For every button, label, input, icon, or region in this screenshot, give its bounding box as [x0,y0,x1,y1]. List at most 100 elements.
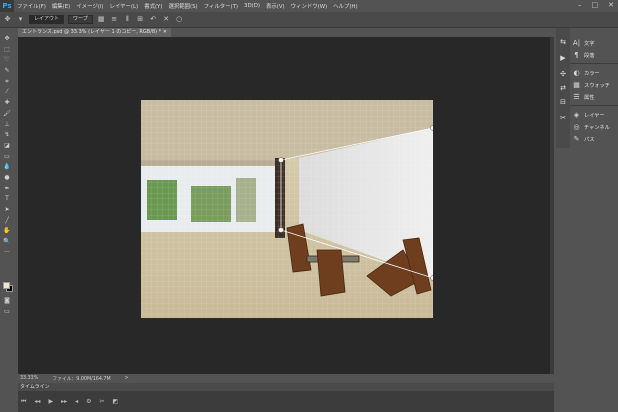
panel-color-label: カラー [584,70,600,77]
panel-divider [570,63,618,64]
zoom-level[interactable]: 33.33% [20,376,38,381]
marquee-tool-icon[interactable]: ⬚ [1,45,13,56]
cancel-transform-icon[interactable]: ✕ [162,15,171,24]
info-icon[interactable]: ⊟ [558,98,568,108]
menu-3d[interactable]: 3D(D) [241,3,263,9]
go-to-first-frame-icon[interactable]: ⏮ [21,398,26,406]
next-frame-icon[interactable]: ▸▸ [61,398,67,405]
layout-mode-button[interactable]: レイアウト [29,15,65,24]
menu-filter[interactable]: フィルター(T) [201,2,241,10]
panel-paths-label: パス [584,136,595,143]
vertical-straighten-icon[interactable]: ⦀ [123,15,132,24]
play-icon[interactable]: ▶ [48,398,53,405]
healing-brush-tool-icon[interactable]: ✚ [1,98,13,109]
panel-swatches-label: スウォッチ [584,82,610,89]
menu-view[interactable]: 表示(V) [263,2,288,10]
audio-icon[interactable]: ◂ [75,398,78,405]
character-icon: A| [572,39,581,47]
panel-paths[interactable]: ✎ パス [572,133,595,145]
photoshop-logo: Ps [0,0,14,12]
panel-color[interactable]: ◐ カラー [572,67,600,79]
timeline-title: タイムライン [20,384,50,390]
close-window-button[interactable]: ✕ [608,1,614,9]
split-icon[interactable]: ✂ [100,398,105,405]
crop-tool-icon[interactable]: ⌗ [1,77,13,88]
menu-layer[interactable]: レイヤー(L) [107,2,142,10]
menu-bar: Ps ファイル(F) 編集(E) イメージ(I) レイヤー(L) 書式(Y) 選… [0,0,618,12]
gradient-tool-icon[interactable]: ▭ [1,152,13,163]
type-tool-icon[interactable]: T [1,194,13,205]
swatches-icon: ▦ [573,81,580,89]
history-brush-tool-icon[interactable]: ↯ [1,130,13,141]
foreground-color-swatch[interactable] [3,282,10,289]
tools-preset-icon[interactable]: ✂ [558,114,568,124]
panel-properties-label: 属性 [584,94,595,101]
grid-layout-icon[interactable]: ▦ [97,15,106,24]
menu-window[interactable]: ウィンドウ(W) [288,2,331,10]
timeline-controls: ⏮ ◂◂ ▶ ▸▸ ◂ ⚙ ✂ ◩ [18,391,554,412]
quick-select-tool-icon[interactable]: ✎ [1,66,13,77]
menu-type[interactable]: 書式(Y) [141,2,165,10]
brush-settings-icon[interactable]: ✣ [558,70,568,80]
color-palette-icon: ◐ [573,69,580,77]
menu-edit[interactable]: 編集(E) [49,2,73,10]
auto-straighten-icon[interactable]: ⊞ [136,15,145,24]
document-image[interactable] [141,100,433,318]
panel-paragraph[interactable]: ¶ 段落 [572,49,594,61]
panel-swatches[interactable]: ▦ スウォッチ [572,79,610,91]
collapsed-panel-strip: ⇆ ▶ ✣ ⇄ ⊟ ✂ [556,28,570,148]
timeline-panel-header[interactable]: タイムライン [18,383,554,391]
transition-icon[interactable]: ◩ [113,398,119,405]
commit-transform-icon[interactable]: ○ [175,15,184,24]
screen-mode-icon[interactable]: ▭ [1,307,13,318]
panel-layers[interactable]: ◈ レイヤー [572,109,605,121]
hand-tool-icon[interactable]: ✋ [1,226,13,237]
stamp-tool-icon[interactable]: ⊥ [1,120,13,131]
move-tool-icon[interactable]: ✥ [1,34,13,45]
more-tools-icon[interactable]: ··· [1,248,13,259]
brush-tool-icon[interactable]: 🖌 [1,109,13,120]
close-tab-icon[interactable]: ✕ [163,29,167,35]
quick-mask-icon[interactable]: ◙ [1,296,13,307]
lasso-tool-icon[interactable]: ➰ [1,55,13,66]
status-bar: 33.33% ファイル：9.00M/164.7M > [18,374,554,382]
move-tool-preset-icon[interactable]: ✥ [3,15,12,24]
menu-help[interactable]: ヘルプ(H) [330,2,360,10]
vertical-scrollbar[interactable] [550,37,554,374]
eyedropper-tool-icon[interactable]: ⁄ [1,87,13,98]
dropdown-chevron-icon[interactable]: ▾ [16,15,25,24]
minimize-button[interactable]: – [578,1,582,9]
history-icon[interactable]: ⇆ [558,38,568,48]
menu-file[interactable]: ファイル(F) [14,2,49,10]
eraser-tool-icon[interactable]: ◪ [1,141,13,152]
previous-frame-icon[interactable]: ◂◂ [34,398,40,405]
menu-image[interactable]: イメージ(I) [73,2,106,10]
panel-channels[interactable]: ◎ チャンネル [572,121,610,133]
blur-tool-icon[interactable]: 💧 [1,162,13,173]
warp-canvas [141,100,433,318]
status-arrow-icon[interactable]: > [125,376,129,381]
shape-tool-icon[interactable]: ╱ [1,216,13,227]
panel-properties[interactable]: ☰ 属性 [572,91,594,103]
reset-warp-icon[interactable]: ↶ [149,15,158,24]
maximize-button[interactable]: □ [592,1,599,9]
window-controls: – □ ✕ [578,1,614,9]
panel-channels-label: チャンネル [584,124,610,131]
paths-icon: ✎ [573,135,580,143]
horizontal-straighten-icon[interactable]: ≡ [110,15,119,24]
path-select-tool-icon[interactable]: ➤ [1,205,13,216]
panel-paragraph-label: 段落 [584,52,595,59]
actions-play-icon[interactable]: ▶ [558,54,568,64]
pen-tool-icon[interactable]: ✒ [1,184,13,195]
document-tab[interactable]: エントランス.psd @ 33.3% (レイヤー 1 のコピー, RGB/8) … [18,28,171,37]
panel-character[interactable]: A| 文字 [572,37,594,49]
zoom-tool-icon[interactable]: 🔍 [1,237,13,248]
timeline-settings-icon[interactable]: ⚙ [86,398,91,405]
warp-mode-button[interactable]: ワープ [68,15,93,24]
adjustments-icon[interactable]: ⇄ [558,84,568,94]
paragraph-icon: ¶ [574,51,579,59]
document-tab-title: エントランス.psd @ 33.3% (レイヤー 1 のコピー, RGB/8) … [22,29,162,35]
dodge-tool-icon[interactable]: ● [1,173,13,184]
properties-icon: ☰ [573,93,580,101]
menu-select[interactable]: 選択範囲(S) [165,2,200,10]
